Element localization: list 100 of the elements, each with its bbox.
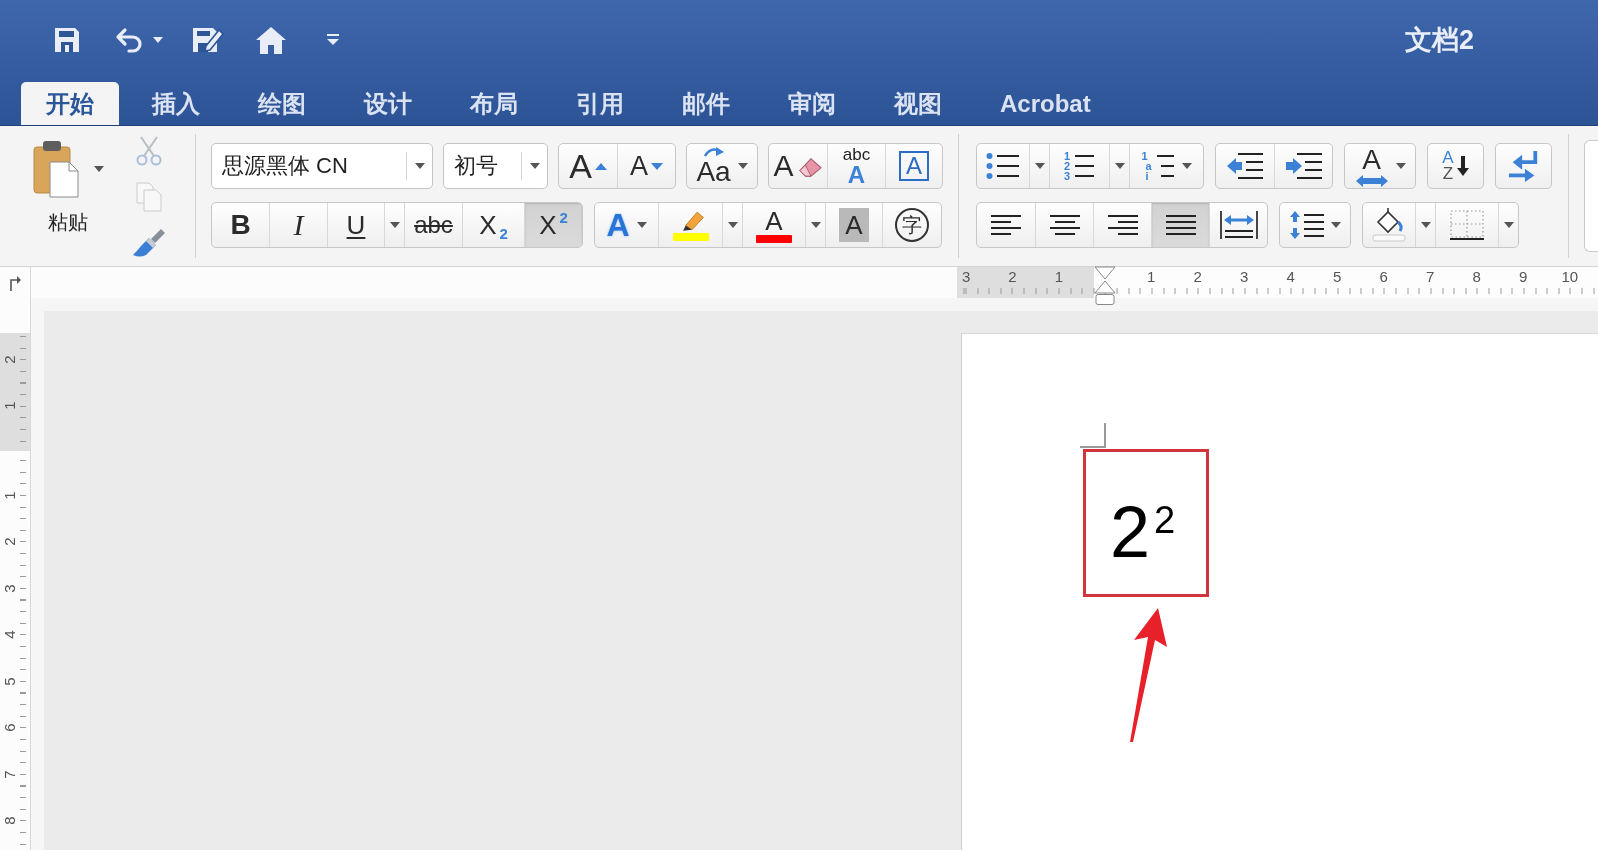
multilevel-list-button[interactable]: 1 a i (1129, 144, 1203, 188)
shrink-font-button[interactable]: A (617, 144, 675, 188)
ribbon-tab[interactable]: 开始 (21, 82, 119, 125)
bold-button[interactable]: B (212, 203, 269, 247)
tab-stop-icon[interactable] (8, 274, 22, 291)
ribbon-tab[interactable]: 邮件 (657, 82, 755, 125)
ruler-number: 1 (1147, 268, 1156, 285)
customize-toolbar-icon[interactable] (325, 33, 341, 47)
text-effects-button[interactable]: A (595, 203, 658, 247)
document-text: 2$^{2}$ (1110, 496, 1176, 568)
paste-button[interactable]: 粘贴 (24, 140, 112, 234)
sort-button[interactable]: A Z (1427, 143, 1484, 189)
up-triangle-icon (594, 162, 607, 170)
return-arrows-button[interactable] (1495, 143, 1552, 189)
ruler-number: 1 (1054, 268, 1064, 285)
save-icon[interactable] (52, 25, 82, 55)
ribbon-tab[interactable]: 布局 (445, 82, 543, 125)
ribbon-tab[interactable]: 设计 (339, 82, 437, 125)
font-name-field[interactable]: 思源黑体 CN (211, 143, 433, 189)
ribbon-tab[interactable]: 绘图 (233, 82, 331, 125)
line-spacing-icon (1289, 211, 1324, 239)
format-painter-button[interactable] (132, 227, 166, 259)
ribbon-tab[interactable]: 审阅 (763, 82, 861, 125)
caret-icon (727, 222, 738, 228)
list-lines-icon (1154, 152, 1175, 180)
eraser-icon (796, 155, 823, 177)
text-direction-button[interactable]: A (1344, 143, 1416, 189)
caret-icon (414, 163, 425, 169)
align-left-icon (991, 214, 1021, 236)
align-center-icon (1049, 214, 1080, 236)
character-shading-button[interactable]: A (825, 203, 882, 247)
enclosed-character-button[interactable]: 字 (882, 203, 941, 247)
borders-icon (1449, 209, 1485, 241)
caret-icon (1330, 222, 1341, 228)
ruler-number: 3 (1, 584, 17, 593)
line-spacing-button[interactable] (1279, 202, 1351, 248)
caret-icon (737, 163, 748, 169)
ribbon-tab[interactable]: 视图 (869, 82, 967, 125)
ruler-number: 3 (962, 268, 971, 285)
phonetic-guide-button[interactable]: abc A (827, 144, 885, 188)
character-border-button[interactable]: A (885, 144, 942, 188)
ruler-number: 9 (1519, 268, 1528, 285)
ruler-number: 7 (1, 770, 17, 779)
ribbon-tab[interactable]: Acrobat (975, 82, 1116, 125)
ruler-number: 8 (1472, 268, 1481, 285)
distributed-icon (1219, 211, 1258, 239)
home-icon[interactable] (255, 25, 287, 55)
underline-button[interactable]: U (327, 203, 384, 247)
outdent-icon (1226, 152, 1264, 180)
ruler-number: 5 (1, 677, 17, 686)
caret-icon (529, 163, 540, 169)
caret-icon (1395, 163, 1406, 169)
grow-font-button[interactable]: A (559, 144, 617, 188)
window-title: 文档2 (1404, 24, 1474, 57)
caret-icon (636, 222, 647, 228)
align-right-icon (1107, 214, 1138, 236)
caret-icon (1034, 163, 1045, 169)
scissors-icon (135, 136, 163, 166)
justify-icon (1165, 214, 1196, 236)
ruler-number: 2 (1008, 268, 1017, 285)
ruler-number: 2 (1, 537, 17, 546)
ruler-number: 10 (1561, 268, 1579, 285)
ribbon-tab[interactable]: 引用 (551, 82, 649, 125)
ruler-number: 2 (1, 355, 17, 364)
change-case-button[interactable]: Aa (686, 143, 758, 189)
strikethrough-button[interactable]: abc (404, 203, 462, 247)
font-size-field[interactable]: 初号 (443, 143, 548, 189)
ruler-number: 1 (1, 491, 17, 500)
numbering-button[interactable]: 1 2 3 (1049, 144, 1109, 188)
ribbon-tab[interactable]: 插入 (127, 82, 225, 125)
ruler-number: 3 (1240, 268, 1249, 285)
margin-corner-mark (1080, 423, 1106, 448)
ruler-number: 6 (1379, 268, 1388, 285)
ruler-number: 6 (1, 723, 17, 732)
ruler-number: 2 (1193, 268, 1202, 285)
caret-icon[interactable] (153, 37, 163, 43)
indent-icon (1284, 152, 1323, 180)
caret-icon (1420, 222, 1431, 228)
clipboard-icon (32, 140, 80, 198)
double-arrow-icon (1354, 174, 1389, 187)
bullet-list-icon (986, 152, 1020, 180)
ruler-number: 4 (1, 630, 17, 639)
edit-document-icon[interactable] (191, 25, 225, 55)
font-color-button[interactable]: A (742, 203, 805, 247)
caret-icon (1503, 222, 1514, 228)
indent-marker-icon[interactable] (1094, 266, 1116, 306)
caret-icon (94, 166, 104, 172)
paintbrush-icon (132, 228, 166, 258)
ruler-number: 4 (1286, 268, 1295, 285)
clear-formatting-button[interactable]: A (769, 144, 827, 188)
caret-icon (1114, 163, 1125, 169)
justify-button[interactable] (1151, 203, 1209, 247)
italic-button[interactable]: I (269, 203, 327, 247)
down-triangle-icon (651, 162, 663, 170)
copy-icon (136, 182, 162, 212)
ruler-number: 5 (1333, 268, 1342, 285)
ruler-number: 7 (1426, 268, 1435, 285)
down-arrow-icon (1456, 156, 1469, 176)
superscript-button[interactable]: X$^{2}$ (524, 203, 582, 247)
caret-icon (389, 222, 400, 228)
